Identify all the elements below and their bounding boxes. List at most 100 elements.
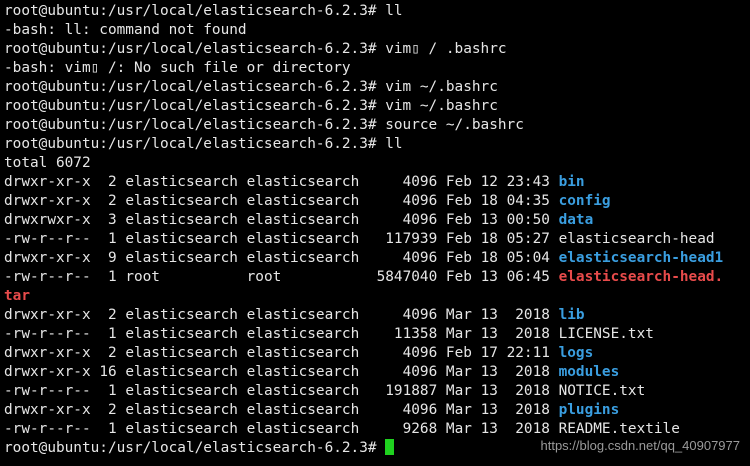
file-owner: elasticsearch — [125, 402, 238, 418]
file-time: 2018 — [506, 364, 550, 380]
terminal-output[interactable]: root@ubuntu:/usr/local/elasticsearch-6.2… — [4, 2, 750, 458]
file-link-count: 1 — [99, 326, 117, 342]
command-line: root@ubuntu:/usr/local/elasticsearch-6.2… — [4, 97, 750, 116]
command-text: vim▯ / .bashrc — [385, 41, 507, 57]
file-list-row: drwxr-xr-x 2 elasticsearch elasticsearch… — [4, 344, 750, 363]
file-list-row: drwxr-xr-x 2 elasticsearch elasticsearch… — [4, 306, 750, 325]
shell-prompt: root@ubuntu:/usr/local/elasticsearch-6.2… — [4, 79, 377, 95]
file-owner: elasticsearch — [125, 231, 238, 247]
file-permissions: drwxr-xr-x — [4, 364, 91, 380]
file-permissions: drwxr-xr-x — [4, 174, 91, 190]
file-permissions: drwxr-xr-x — [4, 307, 91, 323]
file-time: 05:27 — [506, 231, 550, 247]
file-time: 23:43 — [506, 174, 550, 190]
file-group: root — [246, 269, 360, 285]
file-size: 4096 — [367, 307, 438, 323]
file-owner: elasticsearch — [125, 364, 238, 380]
file-permissions: drwxrwxr-x — [4, 212, 91, 228]
output-line: -bash: ll: command not found — [4, 21, 750, 40]
file-link-count: 1 — [99, 383, 117, 399]
file-name: elasticsearch-head1 — [558, 250, 724, 266]
file-group: elasticsearch — [246, 326, 360, 342]
file-size: 4096 — [367, 193, 438, 209]
file-month: Mar — [445, 364, 472, 380]
output-text: -bash: ll: command not found — [4, 22, 247, 38]
file-day: 13 — [480, 421, 498, 437]
file-time: 2018 — [506, 307, 550, 323]
shell-prompt: root@ubuntu:/usr/local/elasticsearch-6.2… — [4, 3, 377, 19]
file-list-row: drwxr-xr-x 2 elasticsearch elasticsearch… — [4, 192, 750, 211]
file-name: tar — [4, 288, 30, 304]
file-list-row: -rw-r--r-- 1 root root 5847040 Feb 13 06… — [4, 268, 750, 287]
file-month: Feb — [445, 250, 472, 266]
file-name: bin — [558, 174, 585, 190]
file-permissions: drwxr-xr-x — [4, 402, 91, 418]
file-day: 18 — [480, 193, 498, 209]
shell-prompt: root@ubuntu:/usr/local/elasticsearch-6.2… — [4, 117, 377, 133]
file-day: 13 — [480, 364, 498, 380]
shell-prompt: root@ubuntu:/usr/local/elasticsearch-6.2… — [4, 136, 377, 152]
wrapped-filename-line: tar — [4, 287, 750, 306]
file-size: 4096 — [367, 174, 438, 190]
file-link-count: 3 — [99, 212, 117, 228]
output-line: -bash: vim▯ /: No such file or directory — [4, 59, 750, 78]
file-link-count: 2 — [99, 193, 117, 209]
shell-prompt: root@ubuntu:/usr/local/elasticsearch-6.2… — [4, 98, 377, 114]
file-link-count: 16 — [99, 364, 117, 380]
command-text: ll — [385, 136, 403, 152]
file-group: elasticsearch — [246, 383, 360, 399]
file-day: 12 — [480, 174, 498, 190]
file-name: README.textile — [558, 421, 680, 437]
file-permissions: drwxr-xr-x — [4, 250, 91, 266]
command-line: root@ubuntu:/usr/local/elasticsearch-6.2… — [4, 40, 750, 59]
shell-prompt: root@ubuntu:/usr/local/elasticsearch-6.2… — [4, 41, 377, 57]
file-permissions: -rw-r--r-- — [4, 326, 91, 342]
file-permissions: -rw-r--r-- — [4, 231, 91, 247]
file-name: LICENSE.txt — [558, 326, 654, 342]
file-month: Feb — [445, 193, 472, 209]
file-name: lib — [558, 307, 585, 323]
command-text: ll — [385, 3, 403, 19]
file-day: 13 — [480, 402, 498, 418]
file-size: 4096 — [367, 345, 438, 361]
file-day: 18 — [480, 231, 498, 247]
file-owner: elasticsearch — [125, 174, 238, 190]
file-list-row: drwxr-xr-x 16 elasticsearch elasticsearc… — [4, 363, 750, 382]
command-text: source ~/.bashrc — [385, 117, 524, 133]
file-time: 04:35 — [506, 193, 550, 209]
file-permissions: drwxr-xr-x — [4, 193, 91, 209]
terminal-cursor[interactable] — [385, 439, 395, 455]
file-month: Feb — [445, 231, 472, 247]
file-day: 13 — [480, 307, 498, 323]
file-owner: elasticsearch — [125, 307, 238, 323]
file-list-row: drwxr-xr-x 9 elasticsearch elasticsearch… — [4, 249, 750, 268]
file-link-count: 1 — [99, 421, 117, 437]
file-time: 2018 — [506, 402, 550, 418]
file-permissions: -rw-r--r-- — [4, 269, 91, 285]
file-list-row: -rw-r--r-- 1 elasticsearch elasticsearch… — [4, 382, 750, 401]
file-group: elasticsearch — [246, 364, 360, 380]
file-size: 4096 — [367, 364, 438, 380]
file-size: 117939 — [367, 231, 438, 247]
file-link-count: 1 — [99, 269, 117, 285]
file-month: Mar — [445, 383, 472, 399]
file-month: Mar — [445, 326, 472, 342]
file-group: elasticsearch — [246, 193, 360, 209]
file-list-row: -rw-r--r-- 1 elasticsearch elasticsearch… — [4, 325, 750, 344]
file-owner: elasticsearch — [125, 212, 238, 228]
file-link-count: 2 — [99, 345, 117, 361]
output-text: -bash: vim▯ /: No such file or directory — [4, 60, 351, 76]
file-owner: root — [125, 269, 238, 285]
file-month: Feb — [445, 212, 472, 228]
file-link-count: 1 — [99, 231, 117, 247]
file-group: elasticsearch — [246, 231, 360, 247]
command-line: root@ubuntu:/usr/local/elasticsearch-6.2… — [4, 135, 750, 154]
file-link-count: 9 — [99, 250, 117, 266]
output-line: total 6072 — [4, 154, 750, 173]
file-size: 4096 — [367, 250, 438, 266]
file-group: elasticsearch — [246, 212, 360, 228]
file-size: 191887 — [367, 383, 438, 399]
file-link-count: 2 — [99, 402, 117, 418]
file-list-row: drwxrwxr-x 3 elasticsearch elasticsearch… — [4, 211, 750, 230]
file-day: 13 — [480, 269, 498, 285]
